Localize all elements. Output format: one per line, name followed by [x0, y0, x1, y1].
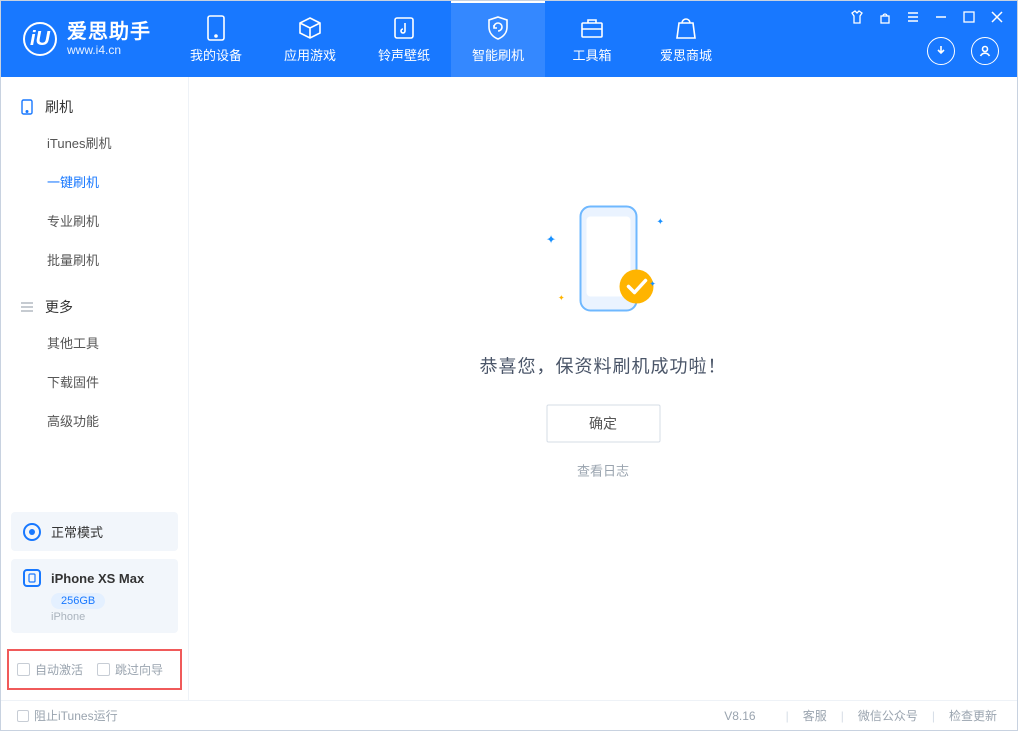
sidebar-group-title: 更多 [45, 297, 73, 317]
lock-icon[interactable] [877, 9, 893, 25]
logo[interactable]: iU 爱思助手 www.i4.cn [1, 1, 169, 77]
check-label: 阻止iTunes运行 [34, 707, 118, 724]
nav-tab-label: 铃声壁纸 [378, 45, 430, 64]
device-type: iPhone [51, 611, 166, 623]
close-icon[interactable] [989, 9, 1005, 25]
sparkle-icon: ✦ [558, 293, 565, 302]
skin-icon[interactable] [849, 9, 865, 25]
check-label: 跳过向导 [115, 661, 163, 678]
nav-tab-device[interactable]: 我的设备 [169, 1, 263, 77]
view-log-link[interactable]: 查看日志 [480, 460, 727, 479]
check-skip-guide[interactable]: 跳过向导 [97, 661, 163, 678]
header-actions [927, 37, 999, 65]
list-icon [19, 299, 35, 315]
phone-success-illustration: ✦ ✦ ✦ ✦ [528, 198, 678, 328]
maximize-icon[interactable] [961, 9, 977, 25]
bag-icon [673, 15, 699, 41]
footer-link-wechat[interactable]: 微信公众号 [854, 707, 922, 724]
nav-tab-store[interactable]: 爱思商城 [639, 1, 733, 77]
titlebar-controls [849, 9, 1005, 25]
sidebar-item-itunes-flash[interactable]: iTunes刷机 [1, 123, 188, 162]
highlighted-checks: 自动激活 跳过向导 [7, 649, 182, 690]
download-icon[interactable] [927, 37, 955, 65]
sidebar-item-pro-flash[interactable]: 专业刷机 [1, 201, 188, 240]
logo-text: 爱思助手 www.i4.cn [67, 21, 151, 58]
phone-icon [19, 99, 35, 115]
footer-link-support[interactable]: 客服 [799, 707, 831, 724]
shield-refresh-icon [485, 15, 511, 41]
nav-tab-ringtones[interactable]: 铃声壁纸 [357, 1, 451, 77]
nav-tab-apps[interactable]: 应用游戏 [263, 1, 357, 77]
music-icon [391, 15, 417, 41]
user-icon[interactable] [971, 37, 999, 65]
nav-tab-label: 爱思商城 [660, 45, 712, 64]
nav-tab-flash[interactable]: 智能刷机 [451, 1, 545, 77]
success-message: 恭喜您，保资料刷机成功啦！ [480, 352, 727, 378]
version-label: V8.16 [724, 709, 755, 723]
footer: 阻止iTunes运行 V8.16 | 客服 | 微信公众号 | 检查更新 [1, 700, 1017, 730]
device-icon [203, 15, 229, 41]
success-panel: ✦ ✦ ✦ ✦ 恭喜您，保资料刷机成功啦！ 确定 查看日志 [480, 198, 727, 479]
check-label: 自动激活 [35, 661, 83, 678]
mode-label: 正常模式 [51, 522, 103, 541]
device-phone-icon [23, 569, 41, 587]
sidebar-group-more[interactable]: 更多 [1, 291, 188, 323]
logo-icon: iU [23, 22, 57, 56]
sidebar-item-batch-flash[interactable]: 批量刷机 [1, 240, 188, 279]
app-title: 爱思助手 [67, 21, 151, 44]
nav-tab-label: 智能刷机 [472, 45, 524, 64]
app-subtitle: www.i4.cn [67, 44, 151, 58]
check-block-itunes[interactable]: 阻止iTunes运行 [17, 707, 118, 724]
nav-tab-toolbox[interactable]: 工具箱 [545, 1, 639, 77]
minimize-icon[interactable] [933, 9, 949, 25]
sparkle-icon: ✦ [656, 216, 664, 227]
sidebar-group-title: 刷机 [45, 97, 73, 117]
menu-icon[interactable] [905, 9, 921, 25]
sparkle-icon: ✦ [649, 279, 656, 288]
nav-tab-label: 应用游戏 [284, 45, 336, 64]
device-name: iPhone XS Max [51, 571, 144, 586]
footer-link-update[interactable]: 检查更新 [945, 707, 1001, 724]
sidebar-group-flash[interactable]: 刷机 [1, 91, 188, 123]
nav-tab-label: 工具箱 [572, 45, 611, 64]
sidebar-item-download-firmware[interactable]: 下载固件 [1, 362, 188, 401]
check-auto-activate[interactable]: 自动激活 [17, 661, 83, 678]
sidebar: 刷机 iTunes刷机 一键刷机 专业刷机 批量刷机 更多 其他工具 下载固件 … [1, 77, 189, 700]
sparkle-icon: ✦ [546, 232, 556, 246]
nav-tab-label: 我的设备 [190, 45, 242, 64]
ok-button[interactable]: 确定 [546, 404, 660, 442]
mode-icon [23, 523, 41, 541]
header: iU 爱思助手 www.i4.cn 我的设备 应用游戏 铃声壁纸 智能刷机 工具… [1, 1, 1017, 77]
sidebar-item-onekey-flash[interactable]: 一键刷机 [1, 162, 188, 201]
nav-tabs: 我的设备 应用游戏 铃声壁纸 智能刷机 工具箱 爱思商城 [169, 1, 733, 77]
device-storage: 256GB [51, 593, 105, 609]
sidebar-item-advanced[interactable]: 高级功能 [1, 401, 188, 440]
content-area: ✦ ✦ ✦ ✦ 恭喜您，保资料刷机成功啦！ 确定 查看日志 [189, 77, 1017, 700]
mode-box[interactable]: 正常模式 [11, 512, 178, 551]
sidebar-item-other-tools[interactable]: 其他工具 [1, 323, 188, 362]
briefcase-icon [579, 15, 605, 41]
device-box[interactable]: iPhone XS Max 256GB iPhone [11, 559, 178, 633]
cube-icon [297, 15, 323, 41]
